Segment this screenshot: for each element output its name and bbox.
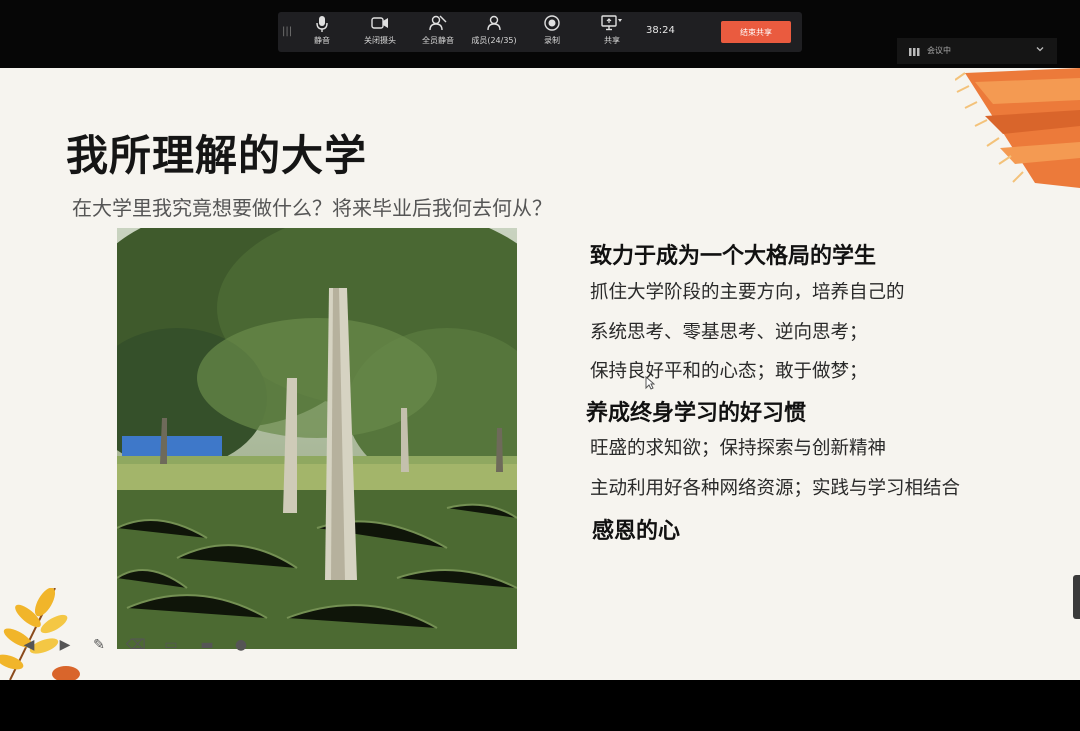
orange-scarf-decoration: [955, 68, 1080, 188]
mute-all-icon: [410, 15, 466, 35]
play-icon[interactable]: ▶: [56, 636, 74, 654]
section-line: 保持良好平和的心态；敢于做梦；: [590, 361, 868, 382]
share-label: 共享: [604, 36, 620, 45]
camera-off-label: 关闭摄头: [364, 36, 396, 45]
campus-trees-photo: [117, 228, 517, 649]
pen-icon[interactable]: ✎: [90, 636, 108, 654]
section-heading: 感恩的心: [592, 519, 681, 544]
meeting-timer: 38:24: [646, 25, 675, 36]
end-share-button[interactable]: 结束共享: [721, 21, 791, 43]
autumn-leaf-decoration: [0, 588, 80, 680]
microphone-icon: [294, 15, 350, 35]
record-icon: [524, 15, 580, 35]
section-line: 旺盛的求知欲；保持探索与创新精神: [590, 438, 887, 459]
eraser-icon[interactable]: ⌫: [126, 636, 146, 654]
more-options-icon[interactable]: ●: [232, 636, 250, 654]
signal-bars-icon: [909, 46, 921, 58]
share-screen-icon: [584, 15, 640, 35]
meeting-top-bar: ||| 静音 关闭摄头 全员静音 成员(24/35) 录制 共享 38:24 结…: [0, 0, 1080, 68]
screen-icon[interactable]: ▭: [162, 636, 180, 654]
mute-all-button[interactable]: 全员静音: [410, 15, 466, 46]
video-camera-icon: [352, 15, 408, 35]
bottom-bar: [0, 680, 1080, 731]
section-line: 抓住大学阶段的主要方向，培养自己的: [590, 282, 905, 303]
camera-off-button[interactable]: 关闭摄头: [352, 15, 408, 46]
mute-all-label: 全员静音: [422, 36, 454, 45]
share-button[interactable]: 共享: [584, 15, 640, 46]
members-label: 成员(24/35): [471, 36, 517, 45]
drag-handle-icon[interactable]: |||: [282, 26, 292, 37]
section-heading: 养成终身学习的好习惯: [586, 401, 807, 426]
section-line: 系统思考、零基思考、逆向思考；: [590, 322, 868, 343]
prev-slide-icon[interactable]: ◀: [20, 636, 38, 654]
members-button[interactable]: 成员(24/35): [466, 15, 522, 46]
members-icon: [466, 15, 522, 35]
side-panel-handle[interactable]: [1073, 575, 1080, 619]
meeting-status-label: 会议中: [927, 46, 951, 55]
mute-button[interactable]: 静音: [294, 15, 350, 46]
chevron-down-icon: [1035, 44, 1045, 56]
meeting-toolbar: ||| 静音 关闭摄头 全员静音 成员(24/35) 录制 共享 38:24 结…: [278, 12, 802, 52]
meeting-status-dropdown[interactable]: 会议中: [897, 38, 1057, 64]
record-label: 录制: [544, 36, 560, 45]
slide-title: 我所理解的大学: [66, 131, 368, 180]
section-line: 主动利用好各种网络资源；实践与学习相结合: [590, 478, 961, 499]
mouse-cursor-icon: [645, 375, 656, 393]
shared-slide: 我所理解的大学 在大学里我究竟想要做什么？将来毕业后我何去何从？ 致力于成为一个…: [0, 68, 1080, 680]
slide-subtitle: 在大学里我究竟想要做什么？将来毕业后我何去何从？: [72, 196, 552, 220]
message-icon[interactable]: ▬: [198, 636, 216, 654]
record-button[interactable]: 录制: [524, 15, 580, 46]
section-heading: 致力于成为一个大格局的学生: [590, 244, 877, 269]
mute-label: 静音: [314, 36, 330, 45]
